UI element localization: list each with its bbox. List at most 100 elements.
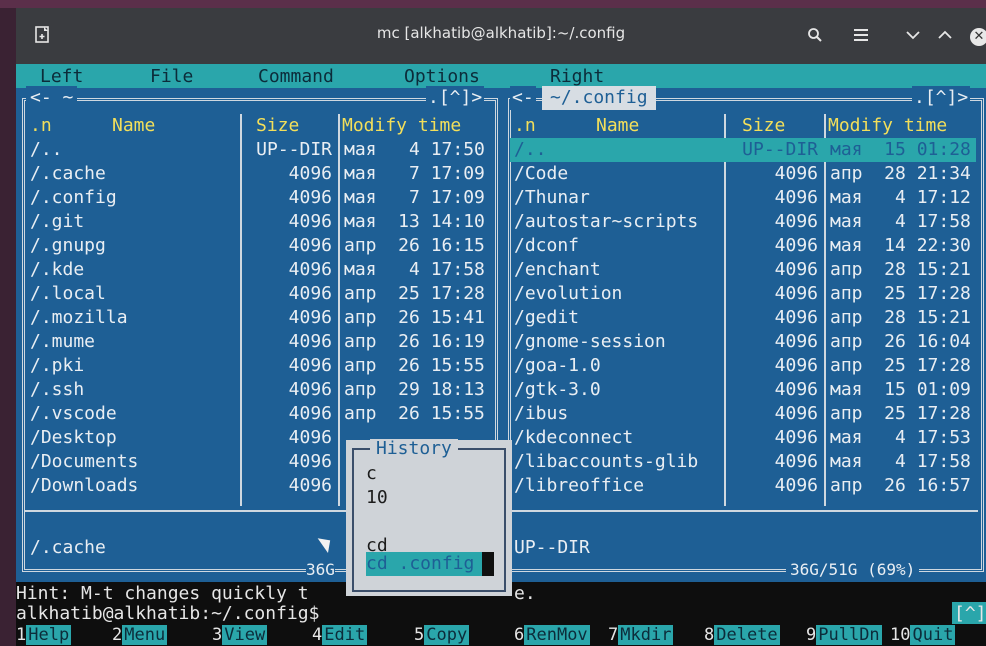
fkey-delete[interactable]: 8 Delete	[704, 624, 780, 646]
left-col-name[interactable]: Name	[112, 114, 155, 138]
search-icon[interactable]	[802, 22, 828, 48]
file-size: 4096	[774, 235, 818, 256]
file-size: 4096	[288, 331, 332, 352]
terminal-window: mc [alkhatib@alkhatib]:~/.config ✕ Left …	[16, 8, 986, 646]
file-name[interactable]: /gtk-3.0	[514, 378, 601, 402]
file-size: 4096	[774, 163, 818, 184]
file-name[interactable]: /..	[514, 138, 547, 162]
history-selected-item[interactable]: cd .config	[366, 552, 494, 576]
file-name[interactable]: /.pki	[30, 354, 84, 378]
fkey-mkdir[interactable]: 7 Mkdir	[608, 624, 674, 646]
history-dialog[interactable]: History c 10 cd cd .config	[346, 439, 512, 596]
menu-left[interactable]: Left	[40, 66, 83, 87]
file-mtime: апр 25 17:28	[830, 355, 971, 376]
fkey-help[interactable]: 1 Help	[16, 624, 72, 646]
right-col-modify[interactable]: Modify time	[828, 114, 947, 138]
file-name[interactable]: /dconf	[514, 234, 579, 258]
fkey-number: 1	[16, 625, 27, 645]
fkey-quit[interactable]: 10 Quit	[890, 624, 956, 646]
file-mtime: апр 26 15:55	[344, 403, 485, 424]
fkey-label: PullDn	[816, 625, 882, 645]
file-name[interactable]: /gedit	[514, 306, 579, 330]
function-key-bar: 1 Help 2 Menu 3 View 4 Edit 5 Copy 6 RenMov 7 Mkdir 8 D…	[16, 624, 986, 646]
chevron-down-icon[interactable]	[900, 22, 926, 48]
file-size: 4096	[288, 235, 332, 256]
window-title: mc [alkhatib@alkhatib]:~/.config	[376, 24, 626, 42]
file-name[interactable]: /enchant	[514, 258, 601, 282]
file-name[interactable]: /Code	[514, 162, 568, 186]
chevron-up-icon[interactable]	[932, 22, 958, 48]
menu-command[interactable]: Command	[258, 66, 334, 87]
file-name[interactable]: /goa-1.0	[514, 354, 601, 378]
history-item[interactable]: 10	[366, 486, 388, 510]
file-name[interactable]: /.vscode	[30, 402, 117, 426]
file-name[interactable]: /.cache	[30, 162, 106, 186]
left-panel-controls[interactable]: .[^]>	[426, 86, 485, 110]
file-size: 4096	[774, 403, 818, 424]
hint-text-tail: e.	[514, 583, 536, 604]
fkey-label: Quit	[910, 625, 956, 645]
file-size: 4096	[288, 211, 332, 232]
file-name[interactable]: /.git	[30, 210, 84, 234]
left-col-n[interactable]: .n	[30, 114, 52, 138]
fkey-edit[interactable]: 4 Edit	[312, 624, 368, 646]
file-name[interactable]: /gnome-session	[514, 330, 666, 354]
close-icon[interactable]: ✕	[970, 28, 986, 46]
file-name[interactable]: /ibus	[514, 402, 568, 426]
file-name[interactable]: /.kde	[30, 258, 84, 282]
menu-options[interactable]: Options	[404, 66, 480, 87]
file-name[interactable]: /.config	[30, 186, 117, 210]
fkey-label: Copy	[424, 625, 470, 645]
fkey-number: 5	[414, 625, 425, 645]
file-name[interactable]: /..	[30, 138, 63, 162]
history-item[interactable]: c	[366, 462, 377, 486]
file-name[interactable]: /autostar~scripts	[514, 210, 698, 234]
fkey-label: Delete	[714, 625, 780, 645]
file-mtime: мая 7 17:09	[344, 163, 485, 184]
fkey-renmov[interactable]: 6 RenMov	[514, 624, 590, 646]
menu-file[interactable]: File	[150, 66, 193, 87]
fkey-number: 8	[704, 625, 715, 645]
prompt-history-button[interactable]: [^]	[952, 602, 986, 626]
file-name[interactable]: /.gnupg	[30, 234, 106, 258]
right-col-name[interactable]: Name	[596, 114, 639, 138]
fkey-view[interactable]: 3 View	[212, 624, 268, 646]
right-divider-time	[824, 114, 826, 506]
file-name[interactable]: /.mozilla	[30, 306, 128, 330]
fkey-label: Menu	[122, 625, 168, 645]
right-panel-controls[interactable]: .[^]>	[912, 86, 971, 110]
file-size: 4096	[288, 283, 332, 304]
file-name[interactable]: /Thunar	[514, 186, 590, 210]
right-col-size[interactable]: Size	[742, 114, 785, 138]
file-name[interactable]: /.mume	[30, 330, 95, 354]
file-name[interactable]: /libreoffice	[514, 474, 644, 498]
file-name[interactable]: /Documents	[30, 450, 138, 474]
file-name[interactable]: /Desktop	[30, 426, 117, 450]
fkey-label: View	[222, 625, 268, 645]
file-size: 4096	[288, 379, 332, 400]
right-disk-usage: 36G/51G (69%)	[786, 558, 920, 582]
left-col-size[interactable]: Size	[256, 114, 299, 138]
file-name[interactable]: /.ssh	[30, 378, 84, 402]
left-divider-time	[338, 114, 340, 506]
fkey-menu[interactable]: 2 Menu	[112, 624, 168, 646]
file-name[interactable]: /libaccounts-glib	[514, 450, 698, 474]
fkey-number: 6	[514, 625, 525, 645]
fkey-pulldn[interactable]: 9 PullDn	[806, 624, 882, 646]
file-mtime: апр 26 16:19	[344, 331, 485, 352]
left-col-modify[interactable]: Modify time	[342, 114, 461, 138]
menu-icon[interactable]	[848, 22, 874, 48]
shell-prompt[interactable]: alkhatib@alkhatib:~/.config$	[16, 602, 319, 626]
file-name[interactable]: /evolution	[514, 282, 622, 306]
file-mtime: апр 28 21:34	[830, 163, 971, 184]
file-mtime: апр 26 16:04	[830, 331, 971, 352]
right-col-n[interactable]: .n	[514, 114, 536, 138]
file-mtime: апр 29 18:13	[344, 379, 485, 400]
menu-right[interactable]: Right	[550, 66, 604, 87]
file-mtime: мая 4 17:58	[830, 451, 971, 472]
left-panel-path: <- ~	[26, 86, 78, 110]
file-name[interactable]: /Downloads	[30, 474, 138, 498]
file-name[interactable]: /kdeconnect	[514, 426, 633, 450]
file-name[interactable]: /.local	[30, 282, 106, 306]
fkey-copy[interactable]: 5 Copy	[414, 624, 470, 646]
